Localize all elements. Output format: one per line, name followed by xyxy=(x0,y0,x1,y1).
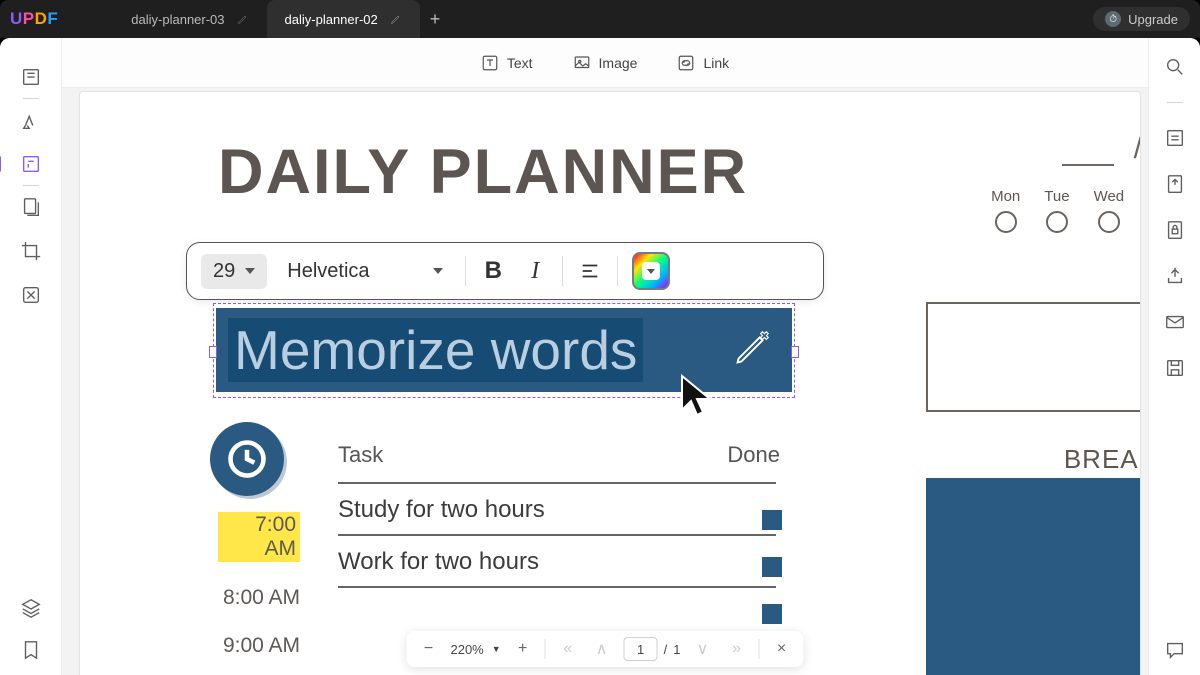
selection-handle-right[interactable] xyxy=(791,346,799,358)
upgrade-icon: ⏱ xyxy=(1105,11,1121,27)
selection-handle-left[interactable] xyxy=(209,346,217,358)
tab-label: daliy-planner-03 xyxy=(131,12,224,27)
search-icon[interactable] xyxy=(1164,56,1186,78)
insert-link-button[interactable]: Link xyxy=(677,54,729,72)
text-color-button[interactable] xyxy=(632,252,670,290)
time-label: 9:00 AM xyxy=(218,634,300,658)
tab-label: daliy-planner-02 xyxy=(285,12,378,27)
canvas[interactable]: DAILY PLANNER / Mon Tue Wed Thu Fri 29 xyxy=(62,88,1148,675)
font-family-select[interactable]: Helvetica xyxy=(275,254,455,289)
clock-badge xyxy=(210,422,284,496)
upgrade-button[interactable]: ⏱ Upgrade xyxy=(1093,7,1190,31)
clock-icon xyxy=(210,422,284,496)
bold-button[interactable]: B xyxy=(472,252,514,290)
export-icon[interactable] xyxy=(1164,173,1186,195)
task-text: Study for two hours xyxy=(338,496,545,524)
time-label: 8:00 AM xyxy=(218,586,300,610)
app-logo: UPDF xyxy=(10,9,58,29)
text-icon xyxy=(481,54,499,72)
date-field: / xyxy=(1056,132,1140,166)
insert-toolbar: Text Image Link xyxy=(62,38,1148,88)
tab-document-1[interactable]: daliy-planner-03 xyxy=(113,0,266,38)
share-icon[interactable] xyxy=(1164,265,1186,287)
pages-icon[interactable] xyxy=(20,196,42,218)
last-page-button[interactable]: » xyxy=(725,637,749,661)
bookmark-icon[interactable] xyxy=(20,639,42,661)
time-column: 7:00 AM 8:00 AM 9:00 AM 10:00 AM xyxy=(218,512,300,675)
done-checkbox[interactable] xyxy=(762,510,782,530)
task-text: Work for two hours xyxy=(338,548,539,576)
font-size-select[interactable]: 29 xyxy=(201,254,267,289)
breakfast-box xyxy=(926,478,1140,675)
comment-icon[interactable] xyxy=(1164,639,1186,661)
time-label: 7:00 AM xyxy=(218,512,300,562)
column-task: Task xyxy=(338,442,383,468)
highlight-icon[interactable] xyxy=(20,109,42,131)
reminder-box xyxy=(926,302,1140,412)
image-icon xyxy=(573,54,591,72)
protect-icon[interactable] xyxy=(1164,219,1186,241)
cursor-icon xyxy=(678,372,718,425)
pdf-page[interactable]: DAILY PLANNER / Mon Tue Wed Thu Fri 29 xyxy=(80,92,1140,675)
text-format-toolbar: 29 Helvetica B I xyxy=(186,242,824,300)
page-controls: − 220% ▼ + « ∧ 1 / 1 ∨ » × xyxy=(406,631,803,667)
zoom-in-button[interactable]: + xyxy=(511,637,535,661)
prev-page-button[interactable]: ∧ xyxy=(590,637,614,661)
add-tab-button[interactable]: + xyxy=(420,9,451,30)
app-body: Text Image Link DAILY PLANNER / Mon Tue xyxy=(0,38,1200,675)
tools-icon[interactable] xyxy=(20,284,42,306)
insert-image-button[interactable]: Image xyxy=(573,54,638,72)
left-sidebar xyxy=(0,38,62,675)
link-icon xyxy=(677,54,695,72)
center-area: Text Image Link DAILY PLANNER / Mon Tue xyxy=(62,38,1148,675)
done-checkbox[interactable] xyxy=(762,604,782,624)
edit-text-icon[interactable] xyxy=(20,153,42,175)
upgrade-label: Upgrade xyxy=(1128,12,1178,27)
zoom-level-select[interactable]: 220% ▼ xyxy=(450,642,500,657)
document-tabs: daliy-planner-03 daliy-planner-02 + xyxy=(113,0,450,38)
ocr-icon[interactable] xyxy=(1164,127,1186,149)
task-table: Study for two hours Work for two hours xyxy=(338,472,776,610)
column-done: Done xyxy=(727,442,780,468)
crop-icon[interactable] xyxy=(20,240,42,262)
breakfast-heading: BREAKFAST xyxy=(1064,444,1140,475)
day-of-week-row: Mon Tue Wed Thu Fri xyxy=(991,188,1140,233)
page-title: DAILY PLANNER xyxy=(218,136,748,208)
right-sidebar xyxy=(1148,38,1200,675)
current-page-input[interactable]: 1 xyxy=(624,637,658,661)
tab-document-2[interactable]: daliy-planner-02 xyxy=(267,0,420,38)
layers-icon[interactable] xyxy=(20,597,42,619)
pencil-icon xyxy=(237,13,249,25)
align-button[interactable] xyxy=(569,252,611,290)
reader-icon[interactable] xyxy=(20,66,42,88)
first-page-button[interactable]: « xyxy=(556,637,580,661)
pencil-icon xyxy=(390,13,402,25)
page-number: 1 / 1 xyxy=(624,637,681,661)
next-page-button[interactable]: ∨ xyxy=(691,637,715,661)
title-bar: UPDF daliy-planner-03 daliy-planner-02 +… xyxy=(0,0,1200,38)
italic-button[interactable]: I xyxy=(514,252,556,290)
mail-icon[interactable] xyxy=(1164,311,1186,333)
insert-text-button[interactable]: Text xyxy=(481,54,533,72)
close-pager-button[interactable]: × xyxy=(770,637,794,661)
save-icon[interactable] xyxy=(1164,357,1186,379)
done-checkbox[interactable] xyxy=(762,557,782,577)
zoom-out-button[interactable]: − xyxy=(416,637,440,661)
